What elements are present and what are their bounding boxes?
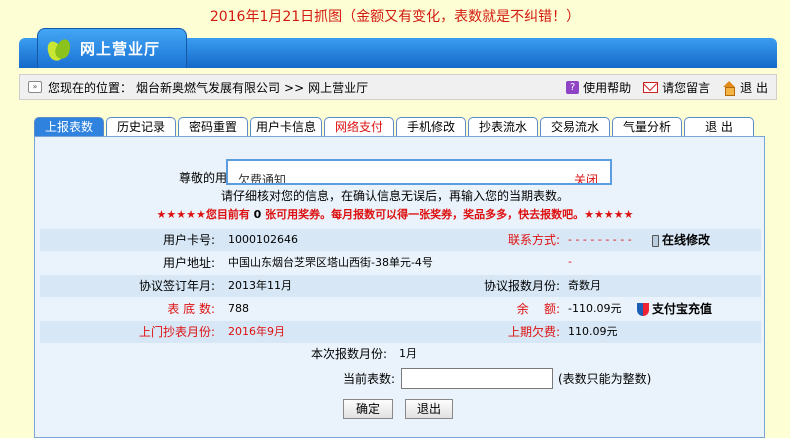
report-month-label: 协议报数月份: bbox=[483, 279, 560, 293]
online-edit-label: 在线修改 bbox=[662, 233, 711, 247]
double-chevron-icon: » bbox=[28, 81, 42, 93]
this-month-label: 本次报数月份: bbox=[310, 347, 387, 361]
help-icon: ? bbox=[566, 81, 580, 94]
info-row-meter: 表 底 数: 788 余 额: -110.09元 支付宝充值 bbox=[40, 298, 761, 320]
promo-stars-right: ★★★★★ bbox=[584, 208, 634, 221]
promo-post: 张可用奖券。每月报数可以得一张奖券，奖品多多，快去报数吧。 bbox=[265, 208, 585, 221]
home-icon bbox=[722, 81, 736, 96]
online-edit-link[interactable]: 在线修改 bbox=[652, 229, 710, 251]
breadcrumb-prefix: 您现在的位置： bbox=[48, 80, 133, 95]
breadcrumb-separator: >> bbox=[284, 80, 305, 95]
tab-password-reset[interactable]: 密码重置 bbox=[178, 117, 248, 137]
tab-report-reading[interactable]: 上报表数 bbox=[34, 117, 104, 137]
help-link[interactable]: ? 使用帮助 bbox=[566, 79, 631, 96]
info-row-this-month: 本次报数月份: 1月 bbox=[40, 343, 761, 365]
tab-meter-records[interactable]: 抄表流水 bbox=[468, 117, 538, 137]
alipay-shield-icon bbox=[637, 303, 649, 316]
current-reading-hint: (表数只能为整数) bbox=[558, 372, 652, 386]
current-reading-input[interactable] bbox=[401, 368, 553, 389]
notice-title: 欠费通知 bbox=[238, 173, 287, 185]
confirm-button[interactable]: 确定 bbox=[343, 399, 393, 419]
this-month-value: 1月 bbox=[399, 347, 417, 360]
instruction-text: 请仔细核对您的信息，在确认信息无误后，再输入您的当期表数。 bbox=[220, 189, 569, 203]
info-row-address: 用户地址: 中国山东烟台芝罘区塔山西街-38单元-4号 bbox=[40, 252, 761, 274]
breadcrumb-company: 烟台新奥燃气发展有限公司 bbox=[136, 80, 281, 95]
balance-value: -110.09元 bbox=[568, 302, 622, 315]
promo-count: 0 bbox=[253, 208, 262, 221]
phone-icon bbox=[652, 234, 659, 247]
visit-value: 2016年9月 bbox=[228, 325, 285, 338]
tab-card-info[interactable]: 用户卡信息 bbox=[250, 117, 322, 137]
visit-label: 上门抄表月份: bbox=[138, 325, 215, 339]
greeting-text: 尊敬的用 bbox=[179, 171, 228, 185]
current-reading-label: 当前表数: bbox=[342, 372, 395, 386]
header-title: 网上营业厅 bbox=[80, 40, 161, 58]
back-button[interactable]: 退出 bbox=[405, 399, 453, 419]
balance-label: 余 额: bbox=[516, 302, 560, 316]
page-caption: 2016年1月21日抓图（金额又有变化，表数就是不纠错！） bbox=[209, 9, 581, 25]
info-row-card: 用户卡号: 1000102646 联系方式: - - - - - - - - -… bbox=[40, 229, 761, 268]
address-value: 中国山东烟台芝罘区塔山西街-38单元-4号 bbox=[228, 256, 433, 269]
help-label: 使用帮助 bbox=[583, 81, 632, 95]
breadcrumb: » 您现在的位置： 烟台新奥燃气发展有限公司 >> 网上营业厅 ? 使用帮助 请您留言 … bbox=[19, 74, 777, 100]
meter-base-label: 表 底 数: bbox=[167, 302, 215, 316]
message-label: 请您留言 bbox=[662, 81, 711, 95]
tab-logout[interactable]: 退 出 bbox=[684, 117, 754, 137]
leaf-logo-icon bbox=[44, 35, 74, 63]
tab-online-payment[interactable]: 网络支付 bbox=[324, 117, 394, 137]
promo-stars-left: ★★★★★ bbox=[156, 208, 206, 221]
info-row-visit: 上门抄表月份: 2016年9月 上期欠费: 110.09元 bbox=[40, 321, 761, 343]
sign-label: 协议签订年月: bbox=[138, 279, 215, 293]
sign-value: 2013年11月 bbox=[228, 279, 292, 292]
alipay-recharge-link[interactable]: 支付宝充值 bbox=[637, 298, 712, 320]
address-label: 用户地址: bbox=[162, 256, 215, 270]
alipay-label: 支付宝充值 bbox=[652, 302, 713, 316]
tab-transactions[interactable]: 交易流水 bbox=[540, 117, 610, 137]
contact-label: 联系方式: bbox=[507, 233, 560, 247]
mail-icon bbox=[643, 82, 659, 93]
promo-text: ★★★★★您目前有 0 张可用奖券。每月报数可以得一张奖券，奖品多多，快去报数吧… bbox=[0, 206, 790, 222]
promo-pre: 您目前有 bbox=[205, 208, 250, 221]
tab-phone-edit[interactable]: 手机修改 bbox=[396, 117, 466, 137]
breadcrumb-current: 网上营业厅 bbox=[308, 80, 369, 95]
report-month-value: 奇数月 bbox=[568, 279, 601, 292]
tab-bar: 上报表数 历史记录 密码重置 用户卡信息 网络支付 手机修改 抄表流水 交易流水… bbox=[34, 117, 756, 137]
card-label: 用户卡号: bbox=[162, 233, 215, 247]
logout-label: 退 出 bbox=[740, 81, 768, 95]
logout-link[interactable]: 退 出 bbox=[722, 79, 768, 96]
info-row-agreement: 协议签订年月: 2013年11月 协议报数月份: 奇数月 bbox=[40, 275, 761, 297]
last-owe-label: 上期欠费: bbox=[507, 325, 560, 339]
message-link[interactable]: 请您留言 bbox=[643, 79, 710, 96]
last-owe-value: 110.09元 bbox=[568, 325, 618, 338]
card-value: 1000102646 bbox=[228, 233, 298, 246]
tab-gas-analysis[interactable]: 气量分析 bbox=[612, 117, 682, 137]
header-tab: 网上营业厅 bbox=[37, 28, 187, 68]
meter-base-value: 788 bbox=[228, 302, 249, 315]
tab-history[interactable]: 历史记录 bbox=[106, 117, 176, 137]
notice-close-button[interactable]: 关闭 bbox=[574, 171, 598, 183]
notice-popup: 欠费通知 关闭 bbox=[226, 159, 612, 185]
